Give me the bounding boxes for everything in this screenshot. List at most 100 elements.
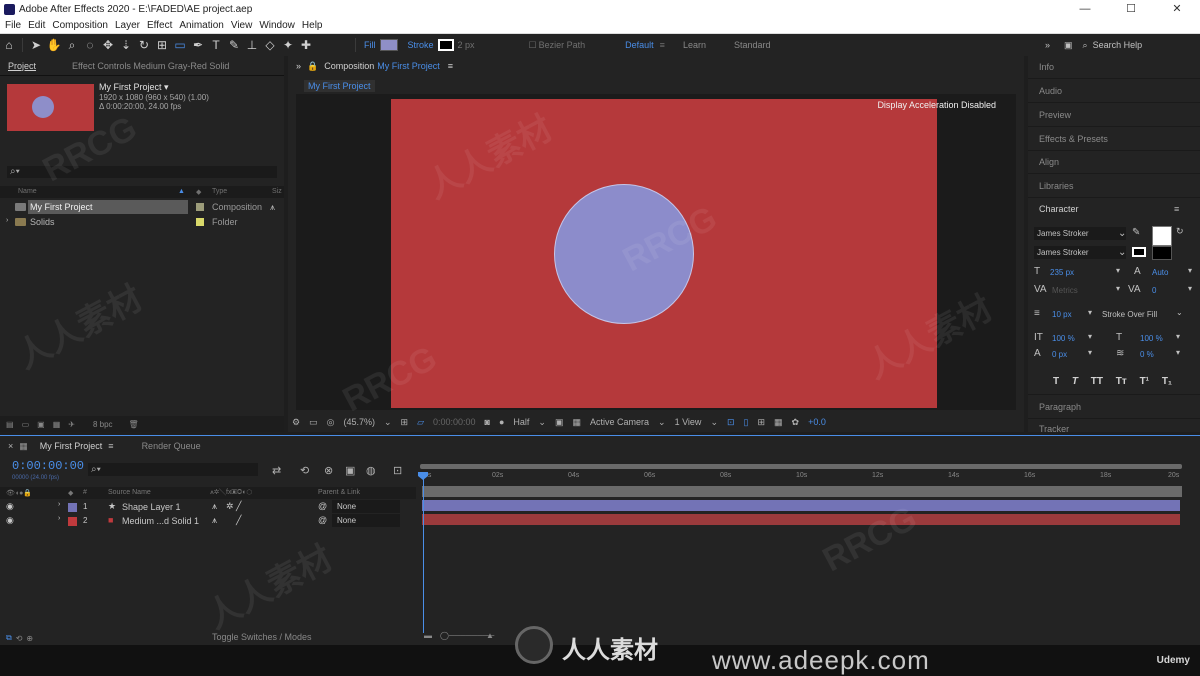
label-column-icon[interactable]: ◆ <box>68 489 73 497</box>
composition-canvas[interactable] <box>391 99 937 408</box>
label-color[interactable] <box>196 218 204 226</box>
label-color[interactable] <box>196 203 204 211</box>
chevron-down-icon[interactable]: ▾ <box>1176 348 1180 357</box>
chevron-down-icon[interactable]: ▾ <box>1088 308 1092 317</box>
sort-arrow-icon[interactable]: ▲ <box>178 188 185 195</box>
chevron-down-icon[interactable]: ▾ <box>1188 266 1192 275</box>
layer-label-color[interactable] <box>68 503 77 512</box>
panel-menu-icon[interactable]: » <box>296 61 301 71</box>
menu-view[interactable]: View <box>231 20 253 31</box>
bit-depth-label[interactable]: 8 bpc <box>93 420 113 429</box>
faux-bold-icon[interactable]: T <box>1053 376 1059 387</box>
always-preview-icon[interactable]: ⚙ <box>292 417 300 428</box>
character-panel-title[interactable]: Character <box>1039 204 1079 214</box>
tracking-value[interactable]: 0 <box>1152 286 1156 295</box>
fill-label[interactable]: Fill <box>364 40 376 50</box>
layer-duration-bar[interactable] <box>422 514 1180 525</box>
faux-italic-icon[interactable]: T <box>1072 376 1078 387</box>
chevron-down-icon[interactable]: ⌄ <box>1118 228 1126 239</box>
small-caps-icon[interactable]: Tт <box>1116 376 1127 387</box>
chevron-down-icon[interactable]: ▾ <box>1176 332 1180 341</box>
menu-effect[interactable]: Effect <box>147 20 172 31</box>
project-item[interactable]: › Solids Folder <box>0 215 284 229</box>
expand-arrow-icon[interactable]: › <box>58 501 60 508</box>
trash-icon[interactable]: 🗑 <box>129 420 139 429</box>
exposure-value[interactable]: +0.0 <box>808 417 826 427</box>
project-item[interactable]: My First Project Composition ⩚ <box>0 200 284 214</box>
layer-row[interactable]: ◉ › 1 ★ Shape Layer 1 ⩚ ✲ ╱ @ None <box>0 500 416 514</box>
project-settings-icon[interactable]: ▦ <box>53 420 61 429</box>
home-icon[interactable]: ⌂ <box>0 36 18 54</box>
show-channel-icon[interactable]: ● <box>499 417 504 427</box>
column-type[interactable]: Type <box>212 188 227 195</box>
fill-color-swatch[interactable] <box>379 39 398 51</box>
menu-file[interactable]: File <box>5 20 21 31</box>
current-time-display[interactable]: 0:00:00:00 <box>433 417 476 427</box>
puppet-pin-icon[interactable]: ✚ <box>297 36 315 54</box>
composition-viewer[interactable]: Display Acceleration Disabled <box>296 94 1016 410</box>
rectangle-tool-icon[interactable]: ▭ <box>171 36 189 54</box>
menu-edit[interactable]: Edit <box>28 20 45 31</box>
chevron-down-icon[interactable]: ⌄ <box>710 417 718 428</box>
tab-timeline-comp[interactable]: My First Project <box>28 441 109 451</box>
grid-icon[interactable]: ⊞ <box>401 417 409 428</box>
switches-icons[interactable]: ⩚✲╲fx▣◎◐⬡ <box>210 489 252 497</box>
vr-icon[interactable]: ◎ <box>327 417 335 428</box>
layer-row[interactable]: ◉ › 2 ■ Medium ...d Solid 1 ⩚ ╱ @ None <box>0 514 416 528</box>
eyedropper-icon[interactable]: ✎ <box>1132 227 1140 238</box>
column-name[interactable]: Name <box>18 188 37 195</box>
timeline-icon[interactable]: ⊞ <box>757 417 765 428</box>
layer-label-color[interactable] <box>68 517 77 526</box>
anchor-point-icon[interactable]: ⊞ <box>153 36 171 54</box>
collapse-switch-icon[interactable]: ✲ <box>226 501 234 512</box>
superscript-icon[interactable]: T¹ <box>1140 376 1149 387</box>
region-of-interest-icon[interactable]: ▣ <box>555 417 564 428</box>
all-caps-icon[interactable]: TT <box>1091 376 1103 387</box>
panel-libraries[interactable]: Libraries <box>1039 181 1074 191</box>
quality-switch-icon[interactable]: ╱ <box>236 501 241 512</box>
stroke-width-value[interactable]: 10 px <box>1052 310 1072 319</box>
eraser-tool-icon[interactable]: ◇ <box>261 36 279 54</box>
sync-settings-icon[interactable]: ▣ <box>1064 40 1073 51</box>
time-navigator[interactable] <box>420 464 1182 469</box>
type-tool-icon[interactable]: T <box>207 36 225 54</box>
panel-effects-presets[interactable]: Effects & Presets <box>1039 134 1108 144</box>
parent-dropdown[interactable]: None <box>332 500 400 513</box>
hand-tool-icon[interactable]: ✋ <box>45 36 63 54</box>
fast-previews-icon[interactable]: ▯ <box>744 417 749 428</box>
chevron-down-icon[interactable]: ⌄ <box>1118 247 1126 258</box>
chevron-down-icon[interactable]: ⌄ <box>1176 308 1183 317</box>
close-button[interactable]: ✕ <box>1154 0 1200 18</box>
toggle-pixel-aspect-icon[interactable]: ⊡ <box>727 417 735 428</box>
column-parent-link[interactable]: Parent & Link <box>318 489 360 496</box>
panel-paragraph[interactable]: Paragraph <box>1039 402 1081 412</box>
work-area-bar[interactable] <box>422 486 1182 497</box>
timeline-current-time[interactable]: 0:00:00:00 <box>12 459 84 473</box>
rotation-tool-icon[interactable]: ↻ <box>135 36 153 54</box>
panel-audio[interactable]: Audio <box>1039 86 1062 96</box>
stroke-label[interactable]: Stroke <box>408 40 434 50</box>
stroke-mode-dropdown[interactable]: Stroke Over Fill <box>1102 310 1157 319</box>
stroke-color-swatch[interactable] <box>1132 247 1146 257</box>
new-folder-icon[interactable]: ▭ <box>22 420 30 429</box>
expand-arrow-icon[interactable]: › <box>6 217 8 224</box>
project-search-input[interactable]: ⌕▾ <box>7 166 277 178</box>
orbit-camera-icon[interactable]: ◌ <box>81 36 99 54</box>
expand-arrow-icon[interactable]: › <box>58 515 60 522</box>
close-tab-icon[interactable]: × <box>8 441 13 451</box>
quality-switch-icon[interactable]: ╱ <box>236 515 241 526</box>
column-number[interactable]: # <box>83 489 87 496</box>
zoom-tool-icon[interactable]: ⌕ <box>63 36 81 54</box>
stroke-width-value[interactable]: 2 px <box>458 40 475 50</box>
lock-icon[interactable]: 🔒 <box>307 61 318 72</box>
kerning-value[interactable]: Metrics <box>1052 286 1078 295</box>
font-style-dropdown[interactable]: James Stroker <box>1034 246 1126 259</box>
label-column-icon[interactable]: ◆ <box>196 188 201 196</box>
layer-switches-icon[interactable]: ⧉ <box>6 633 12 643</box>
draft-3d-icon[interactable]: ⟲ <box>300 464 309 477</box>
interpret-footage-icon[interactable]: ▤ <box>6 420 14 429</box>
reset-exposure-icon[interactable]: ✿ <box>792 417 800 428</box>
transfer-controls-icon[interactable]: ⟲ <box>16 634 23 643</box>
stroke-color-swatch[interactable] <box>437 39 454 51</box>
new-composition-icon[interactable]: ▣ <box>37 420 45 429</box>
